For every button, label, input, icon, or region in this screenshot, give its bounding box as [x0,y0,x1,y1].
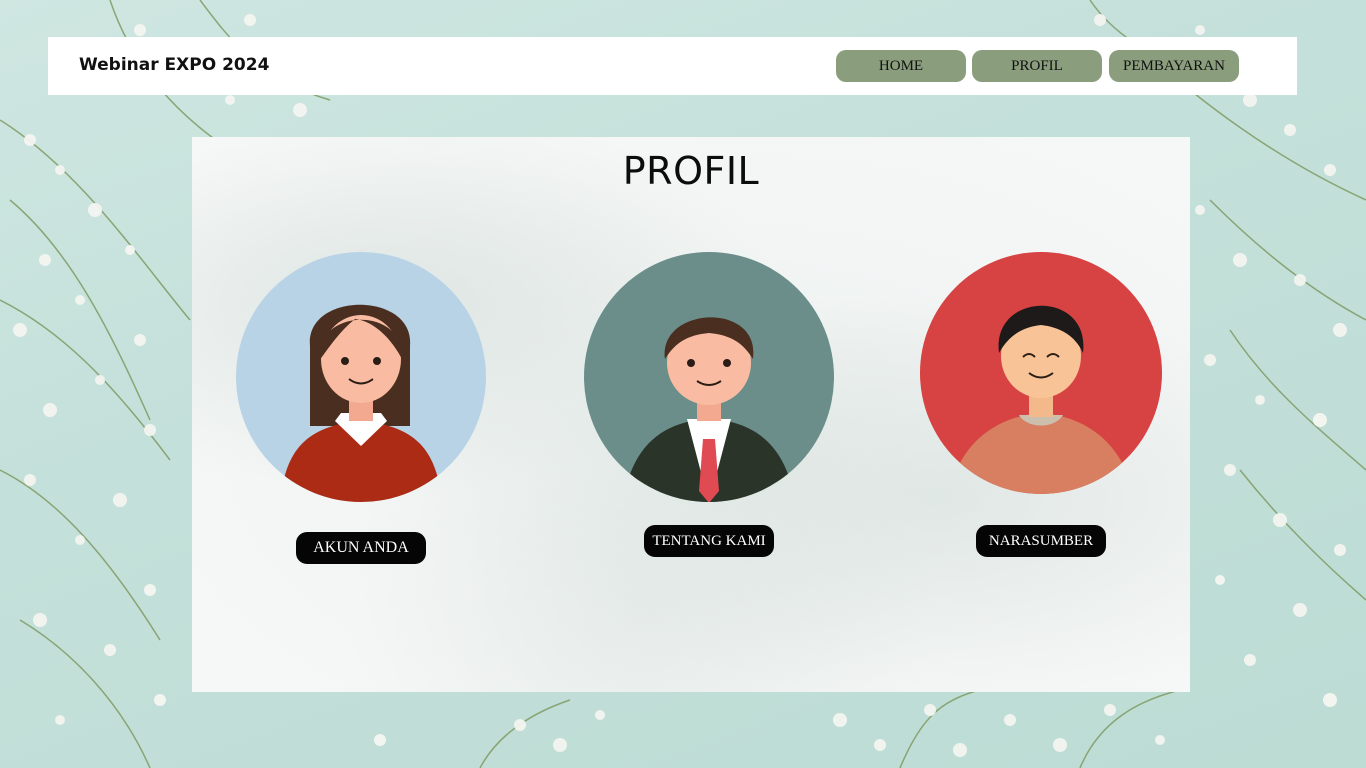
akun-anda-button[interactable]: AKUN ANDA [296,532,426,564]
narasumber-button[interactable]: NARASUMBER [976,525,1106,557]
nav-profil-button[interactable]: PROFIL [972,50,1102,82]
man-avatar-icon[interactable] [919,251,1163,495]
page-title: PROFIL [622,149,760,193]
nav-home-button[interactable]: HOME [836,50,966,82]
woman-avatar-icon[interactable] [235,251,487,503]
nav-pembayaran-button[interactable]: PEMBAYARAN [1109,50,1239,82]
top-navigation-bar: Webinar EXPO 2024 HOME PROFIL PEMBAYARAN [48,37,1297,95]
brand-title: Webinar EXPO 2024 [79,55,270,75]
businessman-avatar-icon[interactable] [583,251,835,503]
tentang-kami-button[interactable]: TENTANG KAMI [644,525,774,557]
profile-card: PROFIL AKUN ANDA TENTANG KAMI NARASUMBER [192,137,1190,692]
